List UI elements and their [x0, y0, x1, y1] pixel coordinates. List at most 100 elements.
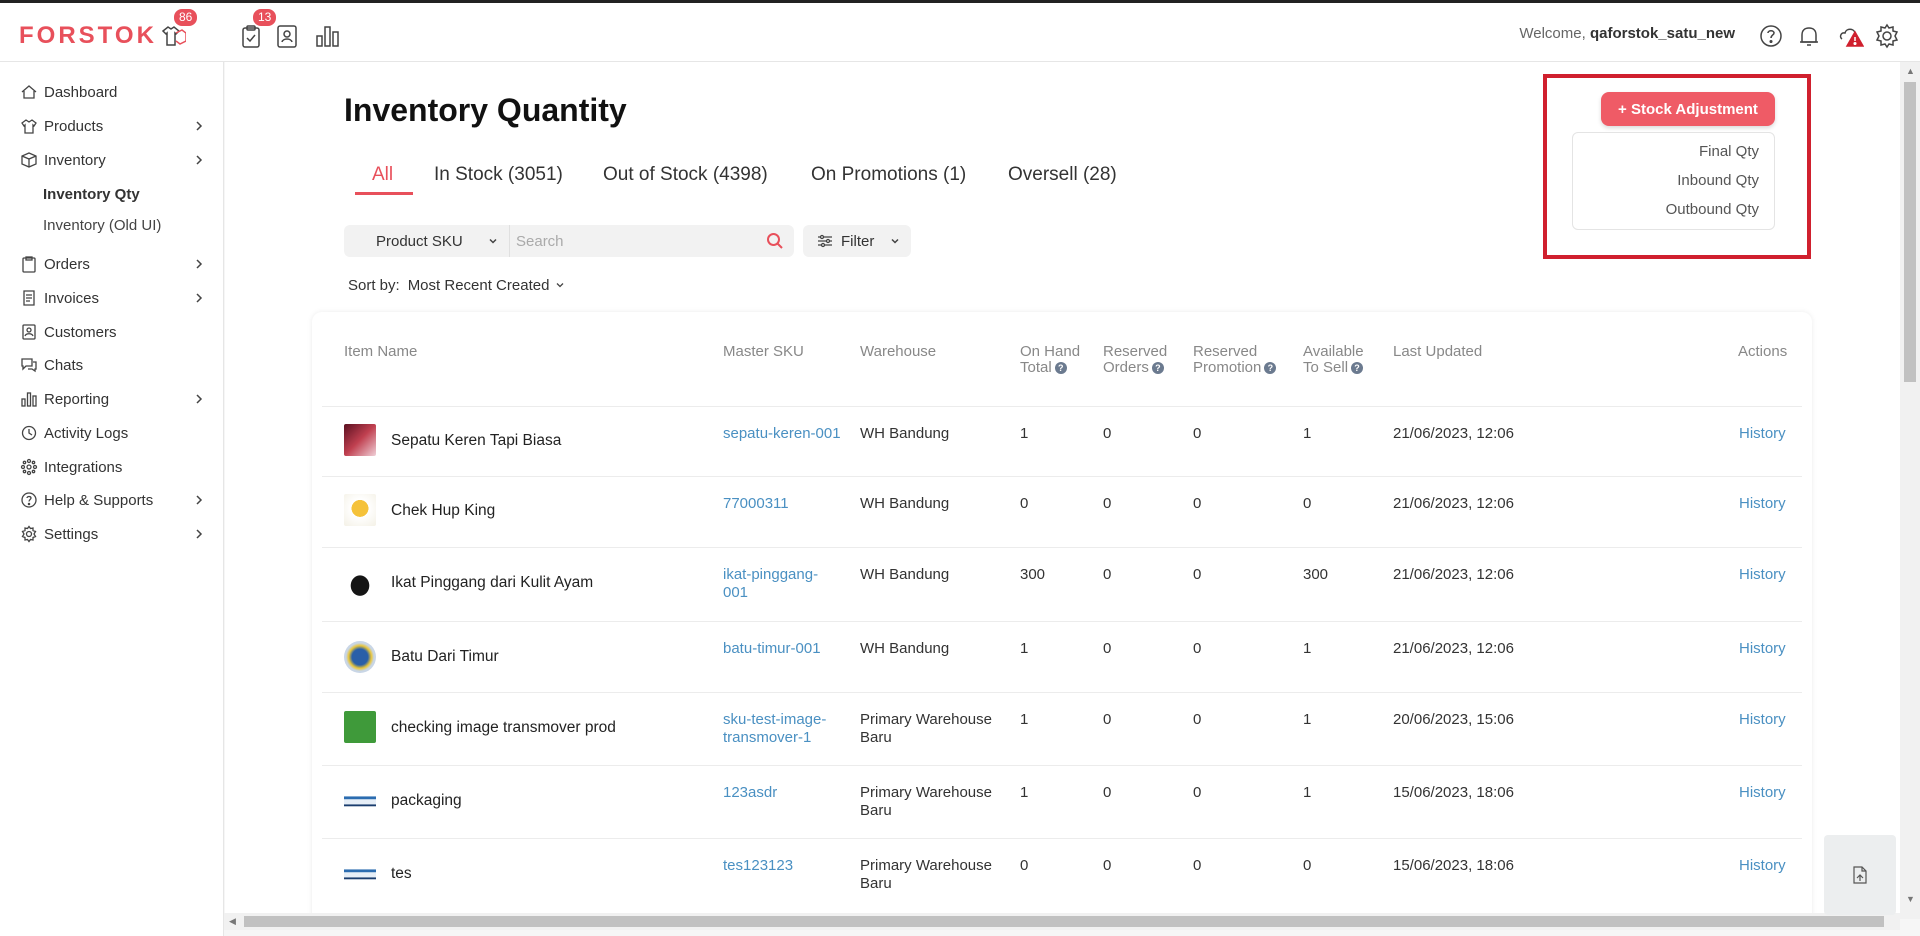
history-link[interactable]: History	[1739, 640, 1786, 658]
scroll-up-icon[interactable]: ▲	[1906, 66, 1915, 76]
reserved-orders: 0	[1103, 495, 1112, 512]
chevron-down-icon	[556, 283, 564, 288]
tab-on-promotions[interactable]: On Promotions (1)	[811, 164, 966, 186]
sidebar-item-activity-logs[interactable]: Activity Logs	[0, 418, 224, 448]
search-icon[interactable]	[766, 232, 784, 250]
column-header-item-name: Item Name	[344, 343, 418, 360]
history-link[interactable]: History	[1739, 495, 1786, 513]
search-field-select[interactable]: Product SKU	[344, 225, 510, 257]
available-to-sell: 300	[1303, 566, 1329, 583]
vertical-scrollbar[interactable]: ▲ ▼	[1900, 62, 1920, 919]
master-sku-link[interactable]: 77000311	[723, 495, 789, 513]
forstok-logo[interactable]: FORSTOK	[19, 22, 157, 50]
packaging-thumbnail	[344, 858, 376, 890]
reserved-orders: 0	[1103, 711, 1112, 728]
last-updated: 15/06/2023, 18:06	[1393, 784, 1514, 801]
stock-adjustment-button[interactable]: + Stock Adjustment	[1601, 92, 1775, 126]
menu-item-final-qty[interactable]: Final Qty	[1699, 143, 1759, 160]
bucket-thumbnail	[344, 711, 376, 743]
warehouse-line: Primary Warehouse	[860, 857, 992, 874]
export-document-button[interactable]	[1824, 835, 1896, 915]
packaging-thumbnail	[344, 785, 376, 817]
column-header-reserved-promotion: Reserved Promotion?	[1193, 344, 1277, 376]
vertical-scroll-thumb[interactable]	[1904, 82, 1916, 382]
chevron-right-icon	[196, 121, 203, 131]
sidebar-item-invoices[interactable]: Invoices	[0, 283, 224, 313]
sidebar-item-settings[interactable]: Settings	[0, 519, 224, 549]
reserved-promotion: 0	[1193, 857, 1202, 874]
history-link[interactable]: History	[1739, 857, 1786, 875]
master-sku-link[interactable]: batu-timur-001	[723, 640, 821, 658]
master-sku-link[interactable]: sepatu-keren-001	[723, 425, 841, 443]
sidebar-item-reporting[interactable]: Reporting	[0, 384, 224, 414]
history-link[interactable]: History	[1739, 784, 1786, 802]
last-updated: 21/06/2023, 12:06	[1393, 640, 1514, 657]
sidebar-item-chats[interactable]: Chats	[0, 350, 224, 380]
sidebar-item-orders[interactable]: Orders	[0, 249, 224, 279]
sidebar-subitem-inventory-qty[interactable]: Inventory Qty	[43, 186, 140, 203]
filter-button[interactable]: Filter	[803, 225, 911, 257]
header-line: Available	[1303, 343, 1364, 360]
box-icon	[20, 151, 38, 169]
history-link[interactable]: History	[1739, 425, 1786, 443]
clipboard-icon	[20, 255, 38, 273]
chevron-right-icon	[196, 394, 203, 404]
master-sku-link[interactable]: ikat-pinggang- 001	[723, 566, 818, 602]
shirt-icon	[20, 117, 38, 135]
username[interactable]: qaforstok_satu_new	[1590, 25, 1735, 42]
scroll-left-icon[interactable]: ◀	[229, 916, 236, 927]
sort-value[interactable]: Most Recent Created	[408, 277, 550, 294]
chevron-right-icon	[196, 293, 203, 303]
help-icon	[20, 491, 38, 509]
products-count-badge: 86	[174, 9, 198, 26]
bell-icon[interactable]	[1794, 21, 1824, 51]
help-icon[interactable]: ?	[1264, 362, 1277, 375]
gear-icon[interactable]	[1872, 21, 1902, 51]
horizontal-scroll-thumb[interactable]	[244, 916, 1884, 927]
sidebar-item-products[interactable]: Products	[0, 111, 224, 141]
bar-chart-icon[interactable]	[312, 21, 342, 51]
contact-card-icon[interactable]	[272, 21, 302, 51]
tab-in-stock[interactable]: In Stock (3051)	[434, 164, 563, 186]
sidebar-item-dashboard[interactable]: Dashboard	[0, 77, 224, 107]
master-sku-link[interactable]: sku-test-image- transmover-1	[723, 711, 826, 747]
tab-all[interactable]: All	[372, 164, 393, 186]
menu-item-outbound-qty[interactable]: Outbound Qty	[1666, 201, 1759, 218]
last-updated: 21/06/2023, 12:06	[1393, 425, 1514, 442]
sidebar-item-help-supports[interactable]: Help & Supports	[0, 485, 224, 515]
sidebar-subitem-inventory-old-ui[interactable]: Inventory (Old UI)	[43, 217, 161, 234]
sidebar-item-customers[interactable]: Customers	[0, 317, 224, 347]
help-icon[interactable]: ?	[1054, 362, 1067, 375]
on-hand-total: 0	[1020, 495, 1029, 512]
tab-out-of-stock[interactable]: Out of Stock (4398)	[603, 164, 768, 186]
help-icon[interactable]: ?	[1151, 362, 1164, 375]
chevron-right-icon	[196, 155, 203, 165]
sidebar-item-integrations[interactable]: Integrations	[0, 452, 224, 482]
tab-oversell[interactable]: Oversell (28)	[1008, 164, 1117, 186]
sidebar-item-label: Customers	[44, 323, 117, 341]
help-icon[interactable]: ?	[1351, 362, 1364, 375]
master-sku-link[interactable]: tes123123	[723, 857, 793, 875]
sidebar-item-inventory[interactable]: Inventory	[0, 145, 224, 175]
sku-line: transmover-1	[723, 729, 812, 746]
history-link[interactable]: History	[1739, 711, 1786, 729]
master-sku-link[interactable]: 123asdr	[723, 784, 777, 802]
column-header-last-updated: Last Updated	[1393, 343, 1483, 360]
search-input[interactable]	[516, 225, 756, 257]
scroll-down-icon[interactable]: ▼	[1906, 894, 1915, 904]
stock-adjustment-menu: Final Qty Inbound Qty Outbound Qty	[1572, 132, 1775, 230]
header-line: Total	[1020, 359, 1052, 376]
contact-icon	[20, 323, 38, 341]
horizontal-scrollbar[interactable]: ◀	[224, 913, 1900, 930]
globe-thumbnail	[344, 641, 376, 673]
chevron-right-icon	[196, 259, 203, 269]
last-updated: 20/06/2023, 15:06	[1393, 711, 1514, 728]
warehouse: WH Bandung	[860, 566, 950, 583]
help-icon[interactable]	[1756, 21, 1786, 51]
menu-item-inbound-qty[interactable]: Inbound Qty	[1677, 172, 1759, 189]
invoice-icon	[20, 289, 38, 307]
history-link[interactable]: History	[1739, 566, 1786, 584]
alert-cloud-icon[interactable]	[1836, 21, 1866, 51]
sort-control[interactable]: Sort by: Most Recent Created	[348, 277, 565, 294]
sidebar-item-label: Settings	[44, 525, 99, 543]
